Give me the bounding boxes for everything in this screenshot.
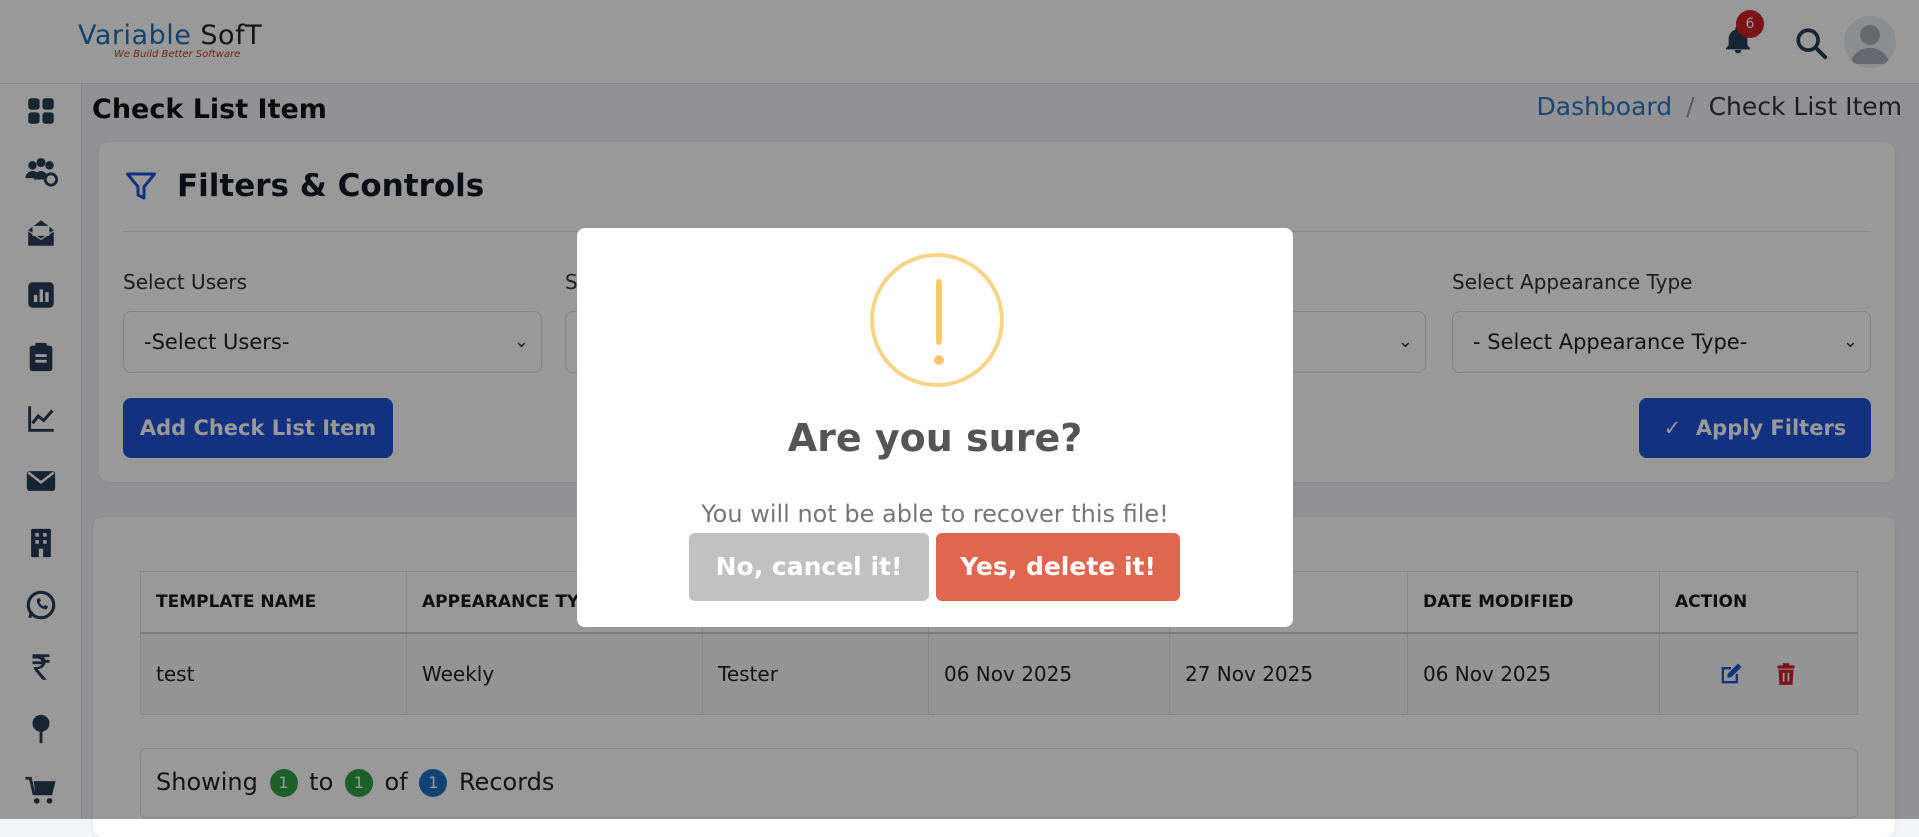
dialog-message: You will not be able to recover this fil… [701,500,1169,528]
dialog-title: Are you sure? [787,416,1083,460]
confirm-delete-button[interactable]: Yes, delete it! [936,533,1180,601]
warning-icon [870,253,1004,387]
confirm-delete-dialog: Are you sure? You will not be able to re… [577,228,1293,627]
cancel-button[interactable]: No, cancel it! [689,533,929,601]
